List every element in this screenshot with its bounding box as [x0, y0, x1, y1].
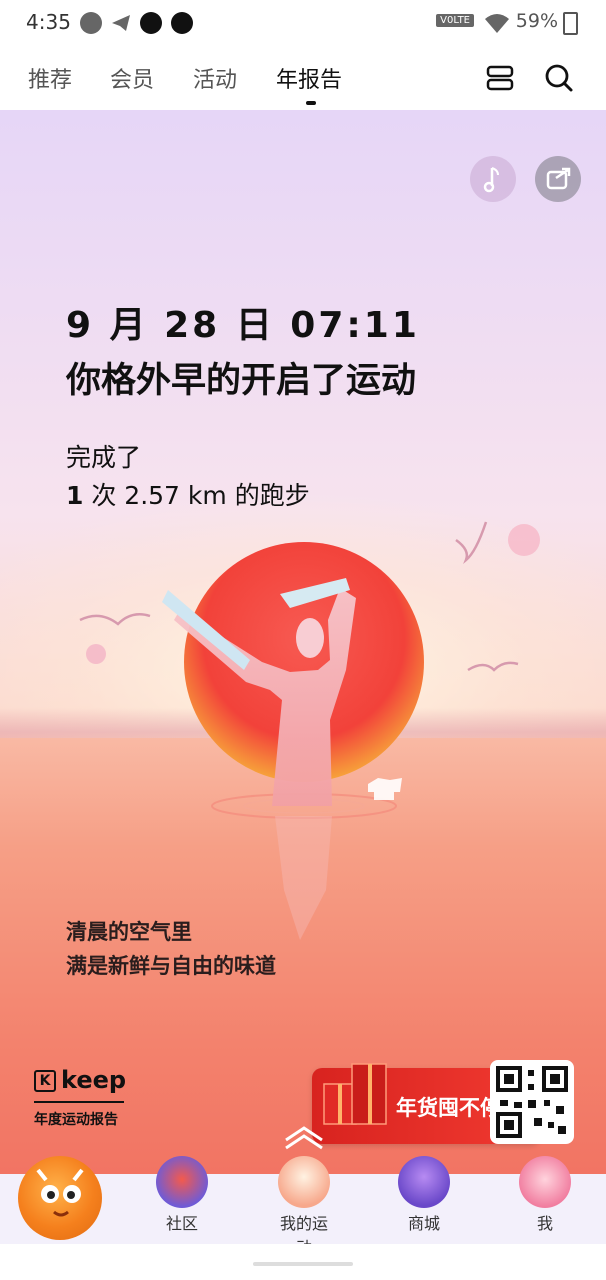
- search-icon[interactable]: [543, 62, 575, 94]
- seagull-left: [79, 613, 151, 626]
- qr-code-icon: [496, 1066, 568, 1138]
- telegram-icon: [112, 15, 130, 31]
- keep-brand: K keep 年度运动报告: [34, 1066, 127, 1129]
- nav-me[interactable]: 我: [515, 1156, 575, 1234]
- tab-membership[interactable]: 会员: [110, 62, 154, 94]
- chevron-up-icon[interactable]: [282, 1122, 326, 1150]
- nav-store-label: 商城: [407, 1214, 440, 1233]
- store-avatar-icon: [398, 1156, 450, 1208]
- keep-logo: K keep: [34, 1066, 127, 1096]
- run-detail: 次 2.57 km 的跑步: [83, 481, 310, 510]
- battery-percent: 59%: [515, 10, 558, 32]
- report-headline: 你格外早的开启了运动: [66, 361, 417, 401]
- my-sports-avatar-icon: [278, 1156, 330, 1208]
- storage-icon[interactable]: [484, 62, 516, 94]
- tshirt-icon: [368, 778, 402, 800]
- nav-community[interactable]: 社区: [152, 1156, 212, 1234]
- community-avatar-icon: [156, 1156, 208, 1208]
- wifi-icon: [485, 14, 509, 33]
- quote-line-2: 满是新鲜与自由的味道: [66, 954, 276, 978]
- run-count: 1: [66, 481, 84, 510]
- active-tab-indicator: [306, 101, 316, 105]
- activity-datetime: 9 月 28 日 07:11: [66, 305, 420, 346]
- qr-code: [490, 1060, 574, 1144]
- tiktok-icon: [140, 12, 162, 34]
- nav-store[interactable]: 商城: [394, 1156, 454, 1234]
- nav-me-label: 我: [536, 1214, 553, 1233]
- mascot-button[interactable]: [18, 1156, 102, 1240]
- nav-my-sports[interactable]: 我的运动: [273, 1156, 335, 1258]
- brand-divider: [34, 1101, 124, 1103]
- share-icon: [546, 167, 571, 190]
- music-note-icon: [483, 167, 499, 193]
- mascot-face-icon: [36, 1168, 84, 1217]
- completed-label: 完成了: [66, 443, 142, 472]
- quote-line-1: 清晨的空气里: [66, 920, 192, 944]
- home-indicator[interactable]: [253, 1262, 353, 1266]
- keep-wordmark: keep: [61, 1066, 127, 1094]
- volte-badge: V0LTE: [436, 14, 474, 27]
- nav-community-label: 社区: [165, 1214, 198, 1233]
- seagull-top: [455, 521, 488, 564]
- bubble-right: [508, 524, 540, 556]
- status-time: 4:35: [26, 10, 71, 34]
- keep-logo-mark: K: [34, 1070, 56, 1092]
- status-bar: 4:35 V0LTE 59%: [0, 0, 606, 46]
- tab-annual-report[interactable]: 年报告: [276, 62, 342, 94]
- seagull-right: [467, 661, 519, 672]
- bubble-left: [86, 644, 106, 664]
- tiktok-icon-2: [171, 12, 193, 34]
- tab-recommend[interactable]: 推荐: [28, 62, 72, 94]
- me-avatar-icon: [519, 1156, 571, 1208]
- message-icon: [80, 12, 102, 34]
- battery-icon: [563, 12, 578, 35]
- brand-subtitle: 年度运动报告: [34, 1112, 118, 1128]
- top-tab-bar: 推荐 会员 活动 年报告: [0, 46, 606, 110]
- run-summary: 1 次 2.57 km 的跑步: [66, 476, 310, 512]
- gift-boxes-icon: [323, 1063, 387, 1125]
- annual-report-card: 9 月 28 日 07:11 你格外早的开启了运动 完成了 1 次 2.57 k…: [0, 110, 606, 1174]
- share-button[interactable]: [535, 156, 581, 202]
- music-button[interactable]: [470, 156, 516, 202]
- dancer-reflection: [275, 816, 332, 940]
- tab-activity[interactable]: 活动: [193, 62, 237, 94]
